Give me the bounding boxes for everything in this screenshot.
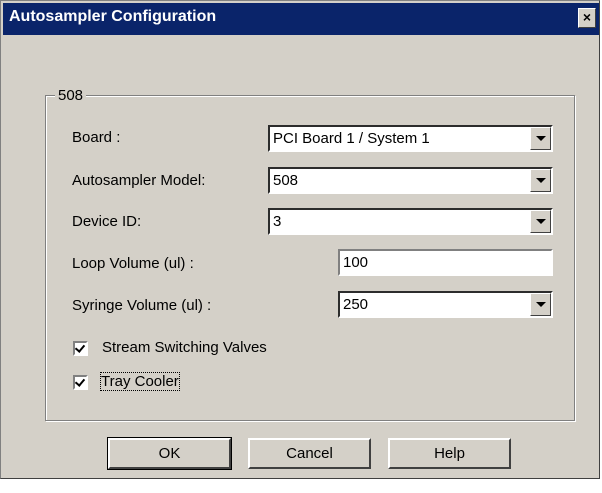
loop-volume-input[interactable]: 100	[338, 249, 553, 276]
chevron-down-icon[interactable]	[530, 169, 551, 192]
chevron-down-icon[interactable]	[530, 210, 551, 233]
group-label: 508	[55, 87, 87, 104]
board-value: PCI Board 1 / System 1	[273, 130, 430, 147]
cancel-button[interactable]: Cancel	[248, 438, 371, 469]
chevron-down-icon[interactable]	[530, 127, 551, 150]
autosampler-dialog: Autosampler Configuration × 508 Board : …	[0, 0, 600, 479]
board-label: Board :	[72, 129, 121, 146]
close-icon: ×	[582, 9, 592, 25]
syringe-volume-value: 250	[343, 296, 369, 313]
window-title: Autosampler Configuration	[9, 8, 217, 25]
chevron-down-icon[interactable]	[530, 293, 551, 316]
model-value: 508	[273, 172, 299, 189]
board-dropdown[interactable]: PCI Board 1 / System 1	[268, 125, 553, 152]
tray-cooler-checkbox[interactable]	[73, 375, 88, 390]
close-button[interactable]: ×	[578, 8, 596, 28]
stream-switching-checkbox[interactable]	[73, 341, 88, 356]
model-dropdown[interactable]: 508	[268, 167, 553, 194]
loop-volume-value: 100	[343, 254, 369, 271]
ok-button[interactable]: OK	[107, 437, 232, 470]
loop-volume-label: Loop Volume (ul) :	[72, 255, 194, 272]
help-button[interactable]: Help	[388, 438, 511, 469]
stream-switching-label[interactable]: Stream Switching Valves	[102, 339, 267, 356]
device-id-label: Device ID:	[72, 213, 142, 230]
device-id-dropdown[interactable]: 3	[268, 208, 553, 235]
syringe-volume-dropdown[interactable]: 250	[338, 291, 553, 318]
device-id-value: 3	[273, 213, 282, 230]
tray-cooler-label[interactable]: Tray Cooler	[100, 372, 180, 391]
model-label: Autosampler Model:	[72, 172, 206, 189]
title-bar[interactable]: Autosampler Configuration ×	[3, 3, 599, 35]
syringe-volume-label: Syringe Volume (ul) :	[72, 297, 212, 314]
